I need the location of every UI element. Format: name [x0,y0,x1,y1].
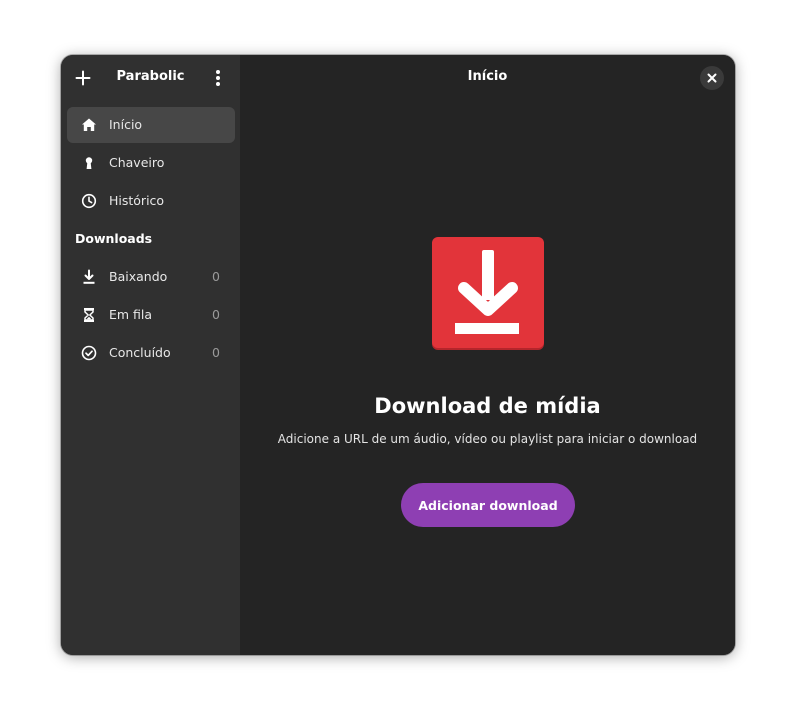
app-title: Parabolic [116,69,185,84]
sidebar-item-em-fila[interactable]: Em fila 0 [67,297,235,333]
sidebar-item-label: Em fila [109,307,153,322]
close-icon [707,73,717,83]
sidebar-item-concluido[interactable]: Concluído 0 [67,335,235,371]
check-circle-icon [81,344,97,362]
add-button[interactable] [69,64,97,92]
app-window: Parabolic Início Chaveiro Histórico Down… [61,55,735,655]
add-download-button[interactable]: Adicionar download [401,483,575,527]
sidebar-header: Parabolic [61,55,240,101]
sidebar-item-label: Início [109,117,143,132]
sidebar: Parabolic Início Chaveiro Histórico Down… [61,55,240,655]
sidebar-item-inicio[interactable]: Início [67,107,235,143]
sidebar-item-label: Chaveiro [109,155,165,170]
sidebar-item-label: Concluído [109,345,171,360]
download-icon [81,268,97,286]
sidebar-item-baixando[interactable]: Baixando 0 [67,259,235,295]
count-badge: 0 [212,269,220,284]
home-icon [81,116,97,134]
page-title: Início [467,69,508,84]
main-menu-button[interactable] [204,64,232,92]
sidebar-item-historico[interactable]: Histórico [67,183,235,219]
close-button[interactable] [700,66,724,90]
hero-description: Adicione a URL de um áudio, vídeo ou pla… [277,432,698,446]
main-content: Início Download de mídia Adicione a URL … [240,55,735,655]
plus-icon [75,70,91,86]
download-hero-icon [431,236,545,350]
hourglass-icon [81,306,97,324]
sidebar-item-label: Histórico [109,193,165,208]
count-badge: 0 [212,307,220,322]
count-badge: 0 [212,345,220,360]
downloads-section-title: Downloads [75,231,153,246]
hero-title: Download de mídia [374,394,601,418]
vertical-dots-icon [216,70,220,86]
clock-icon [81,192,97,210]
sidebar-item-chaveiro[interactable]: Chaveiro [67,145,235,181]
sidebar-item-label: Baixando [109,269,168,284]
keyhole-icon [81,154,97,172]
